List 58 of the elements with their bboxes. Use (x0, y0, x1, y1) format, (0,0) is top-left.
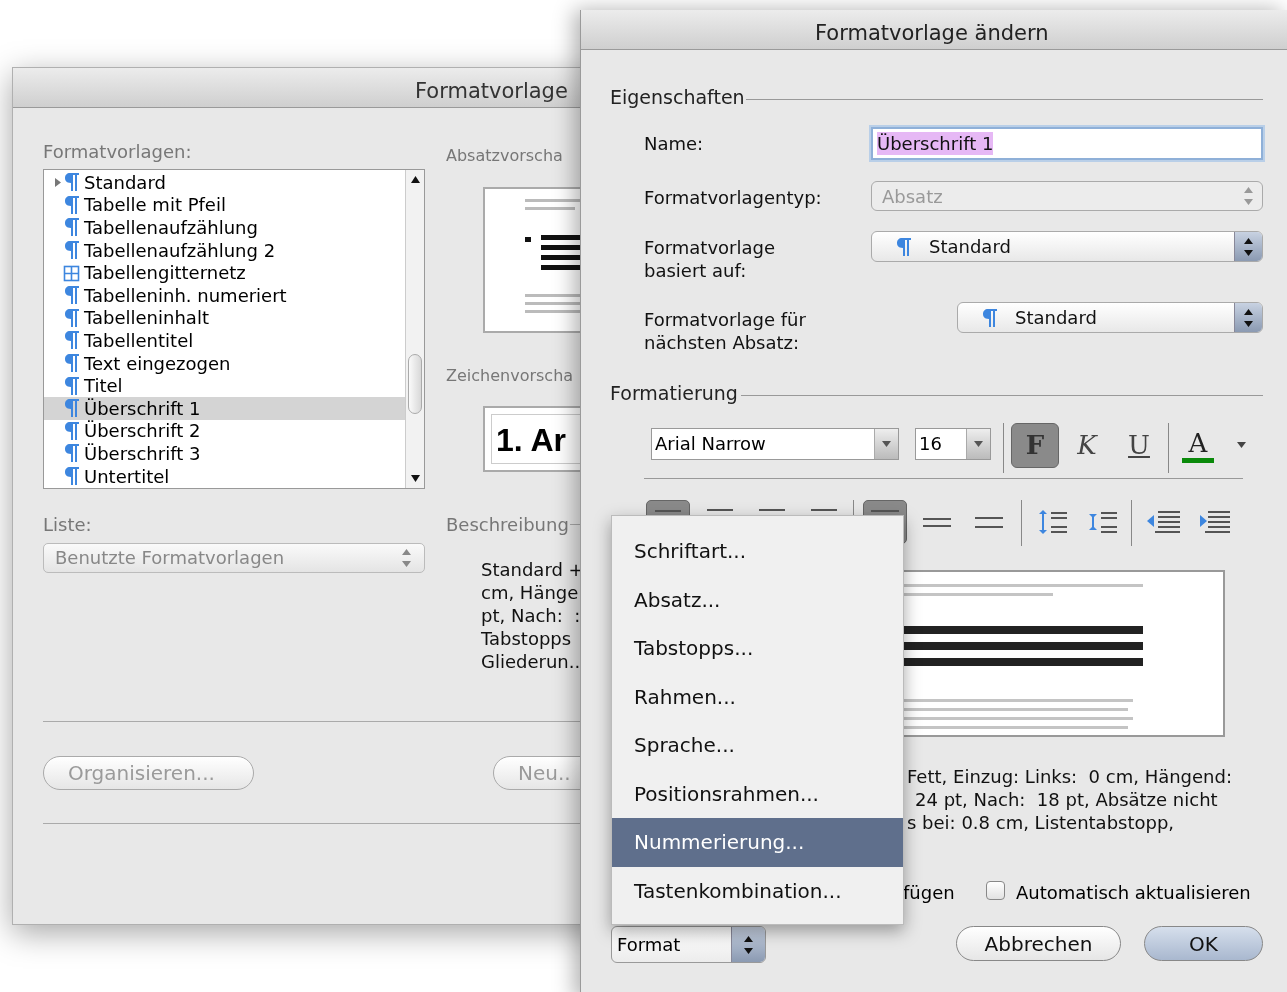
styles-list-item[interactable]: Text eingezogen (44, 351, 405, 375)
window-title: Formatvorlage ändern (815, 20, 1049, 47)
italic-button[interactable]: K (1063, 423, 1111, 468)
styles-list-item[interactable]: Tabelleninhalt (44, 306, 405, 330)
styles-list-item[interactable]: Standard (44, 171, 405, 194)
styles-list-item[interactable]: Titel (44, 374, 405, 397)
section-label: Formatierung (610, 381, 738, 406)
menu-item[interactable]: Tastenkombination... (612, 866, 903, 915)
styles-list-item[interactable]: Tabellenaufzählung (44, 216, 405, 239)
styles-list-item[interactable]: Tabellengitternetz (44, 261, 405, 284)
description-text: 24 pt, Nach: 18 pt, Absätze nicht (914, 788, 1219, 811)
field-label: Formatvorlage für nächsten Absatz: (644, 308, 806, 354)
preview-text: 1. Ar (496, 421, 567, 460)
name-field[interactable]: Überschrift 1 (871, 127, 1263, 160)
description-text: s bei: 0.8 cm, Listentabstopp, (907, 811, 1176, 834)
section-label: Eigenschaften (610, 85, 745, 110)
description-label: Beschreibung (446, 513, 569, 537)
description-text: cm, Hänge (481, 581, 580, 604)
paragraph-preview-label: Absatzvorscha (446, 145, 563, 167)
character-preview-label: Zeichenvorscha (446, 365, 574, 387)
field-label: Formatvorlagentyp: (644, 186, 822, 209)
styles-list-item[interactable]: Tabelleninh. numeriert (44, 283, 405, 307)
menu-item[interactable]: Tabstopps... (612, 624, 903, 673)
description-text: Tabstopps (481, 627, 573, 650)
field-label: Formatvorlage basiert auf: (644, 236, 776, 282)
window-title: Formatvorlage (415, 78, 568, 105)
styles-list-item[interactable]: Überschrift 2 (44, 419, 405, 443)
styles-list-item[interactable]: Tabellenaufzählung 2 (44, 238, 405, 262)
styles-label: Formatvorlagen: (43, 140, 192, 164)
styles-list-item[interactable]: Überschrift 3 (44, 442, 405, 465)
description-text: Gliederun.. (481, 650, 582, 673)
style-popup[interactable]: Standard (871, 231, 1263, 262)
font-value: Arial Narrow (654, 432, 767, 456)
description-text: Fett, Einzug: Links: 0 cm, Hängend: (907, 765, 1233, 788)
styles-list-item[interactable]: Untertitel (44, 464, 405, 488)
menu-item[interactable]: Schriftart... (612, 527, 903, 576)
format-popup-label: Format (616, 933, 682, 957)
cancel-button[interactable]: Abbrechen (956, 926, 1121, 961)
underline-button[interactable]: U (1115, 423, 1163, 468)
bold-button[interactable]: F (1011, 423, 1059, 468)
field-label: Name: (644, 132, 704, 155)
checkbox-label: Automatisch aktualisieren (1016, 881, 1251, 905)
styles-list-item[interactable]: Tabelle mit Pfeil (44, 193, 405, 217)
size-value: 16 (918, 432, 943, 456)
menu-item[interactable]: Nummerierung... (612, 818, 903, 867)
ok-button[interactable]: OK (1144, 926, 1263, 961)
font-color-button[interactable]: A (1179, 428, 1217, 466)
style-popup[interactable]: Standard (957, 302, 1263, 333)
menu-item[interactable]: Rahmen... (612, 672, 903, 721)
font-combo[interactable]: Arial Narrow (651, 428, 899, 460)
styles-list-item[interactable]: Tabellentitel (44, 329, 405, 352)
size-combo[interactable]: 16 (915, 428, 991, 460)
styles-list-item[interactable]: Überschrift 1 (44, 396, 405, 420)
format-popup[interactable]: Format (611, 926, 766, 963)
list-label: Liste: (43, 513, 92, 537)
description-text: pt, Nach: : (481, 604, 582, 627)
menu-item[interactable]: Absatz... (612, 575, 903, 624)
checkbox-label: fügen (903, 881, 955, 905)
